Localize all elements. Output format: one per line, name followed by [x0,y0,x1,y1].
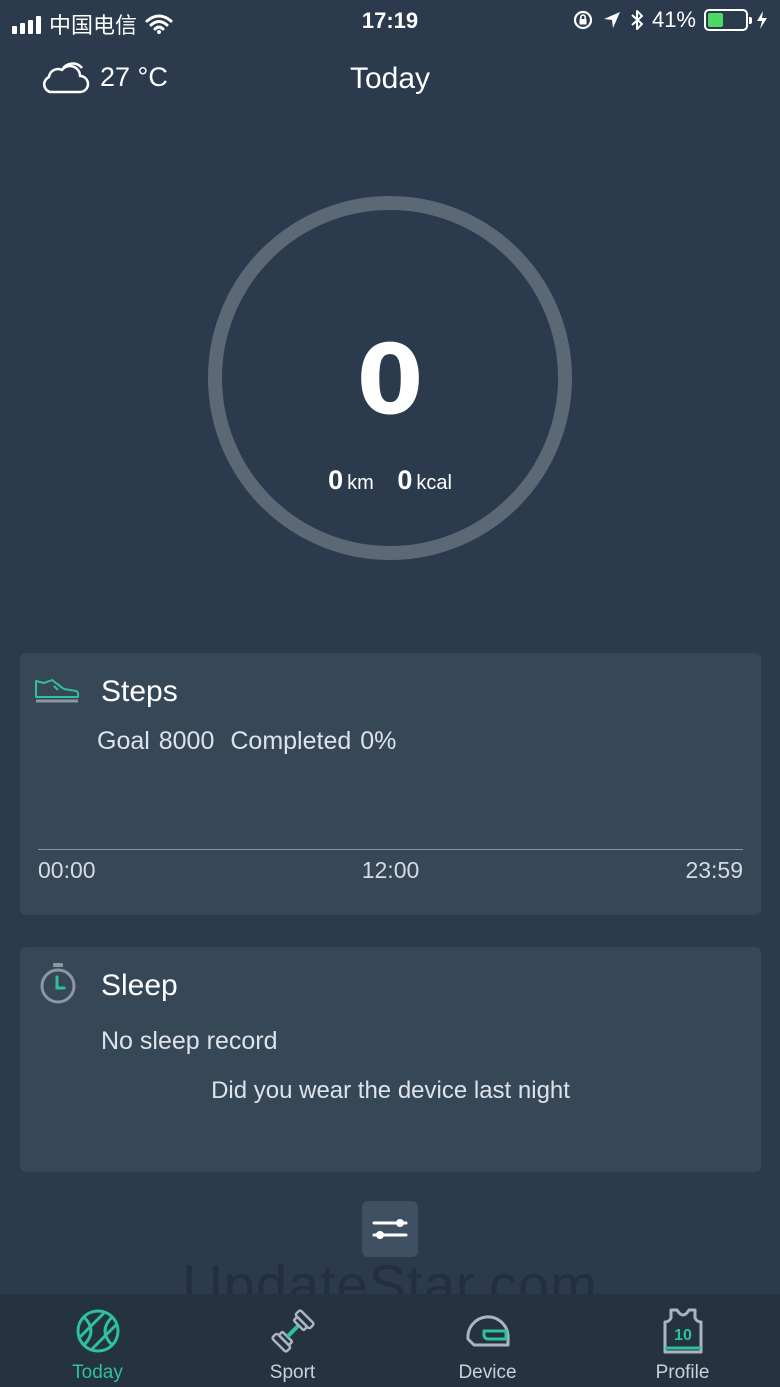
steps-chart-axis [38,849,743,850]
status-bar-right: 41% [572,7,768,33]
steps-goal-line: Goal 8000 Completed 0% [97,727,396,756]
calories-unit: kcal [416,472,452,494]
stopwatch-icon [40,963,76,1004]
jersey-number: 10 [674,1327,692,1344]
tab-bar: Today Sport Device 10 Profile [0,1294,780,1387]
dumbbell-icon [270,1309,315,1353]
sliders-icon [372,1219,408,1239]
page-title: Today [349,62,431,95]
shoe-icon [35,679,80,703]
rotation-lock-icon [573,10,593,30]
axis-label-end: 23:59 [685,857,743,883]
tab-profile[interactable]: 10 Profile [585,1294,780,1387]
helmet-icon [465,1315,509,1347]
sleep-hint-text: Did you wear the device last night [211,1077,570,1104]
battery-icon [704,9,752,31]
calories-value: 0 [397,465,413,495]
steps-completed: Completed 0% [230,727,397,755]
today-screen: 中国电信 17:19 41% 27 °C Today 0 0 km 0 kcal… [0,0,780,1387]
distance-value: 0 [328,465,344,495]
basketball-icon [76,1309,119,1353]
sleep-card-title: Sleep [101,969,178,1002]
battery-level [708,13,723,27]
tab-sport[interactable]: Sport [195,1294,390,1387]
tab-label: Sport [269,1362,316,1383]
tab-device[interactable]: Device [390,1294,585,1387]
step-count: 0 [356,324,424,436]
sleep-card[interactable]: Sleep No sleep record Did you wear the d… [20,947,761,1172]
tab-label: Today [72,1362,123,1383]
status-bar: 中国电信 17:19 41% [0,0,780,40]
tab-today[interactable]: Today [0,1294,195,1387]
distance-calories: 0 km 0 kcal [222,465,558,496]
charging-icon [757,11,767,29]
edit-cards-button[interactable] [362,1201,418,1257]
location-arrow-icon [603,12,620,28]
steps-goal: Goal 8000 [97,727,215,755]
jersey-icon: 10 [663,1308,702,1354]
distance-unit: km [347,472,374,494]
steps-card-title: Steps [101,675,178,708]
bluetooth-icon [631,10,643,30]
tab-label: Device [458,1362,517,1383]
axis-label-mid: 12:00 [361,857,420,883]
steps-card[interactable]: Steps Goal 8000 Completed 0% 00:00 12:00 … [20,653,761,915]
tab-label: Profile [655,1362,710,1383]
sleep-empty-text: No sleep record [101,1027,278,1055]
activity-ring[interactable]: 0 0 km 0 kcal [208,196,572,560]
battery-percent: 41% [651,7,696,32]
